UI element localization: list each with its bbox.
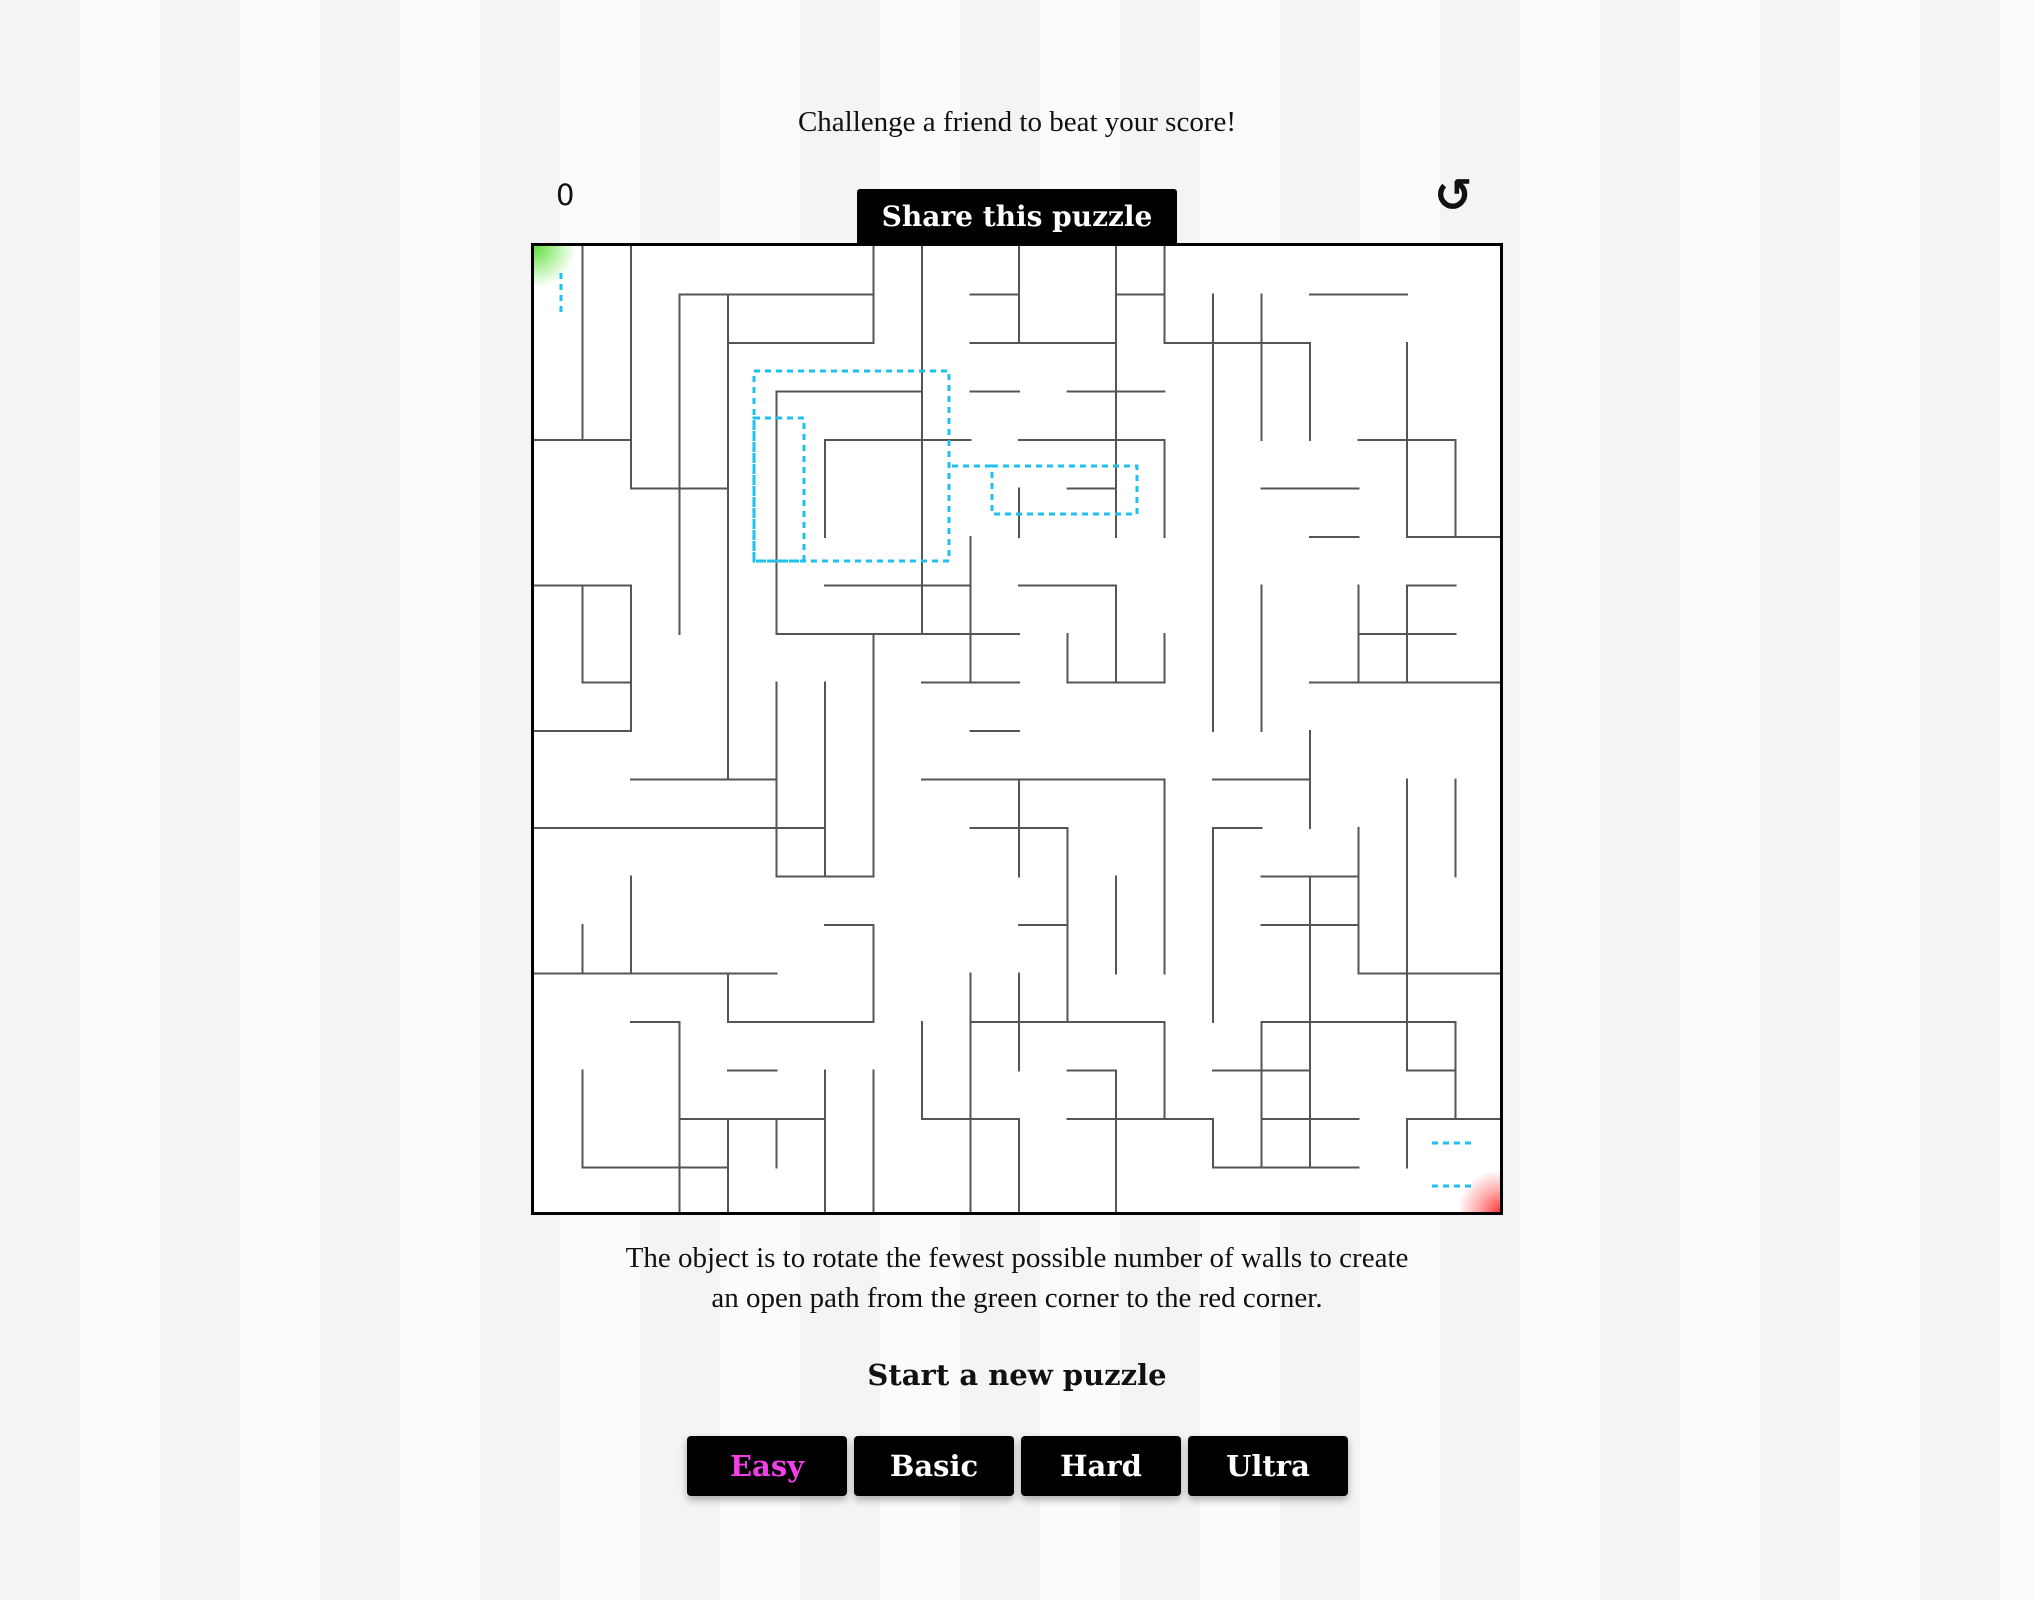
hard-button[interactable]: Hard xyxy=(1021,1436,1181,1496)
instructions: The object is to rotate the fewest possi… xyxy=(0,1238,2034,1318)
ultra-button[interactable]: Ultra xyxy=(1188,1436,1348,1496)
challenge-text: Challenge a friend to beat your score! xyxy=(797,106,1237,138)
instructions-line-2: an open path from the green corner to th… xyxy=(711,1282,1323,1314)
new-puzzle-heading: Start a new puzzle xyxy=(867,1358,1167,1392)
difficulty-buttons: Easy Basic Hard Ultra xyxy=(687,1436,1348,1496)
score-counter: 0 xyxy=(556,178,575,212)
reset-icon[interactable]: ↺ xyxy=(1434,172,1473,218)
instructions-line-1: The object is to rotate the fewest possi… xyxy=(625,1242,1409,1274)
highlighted-wall xyxy=(752,416,806,563)
easy-button[interactable]: Easy xyxy=(687,1436,847,1496)
maze-walls[interactable] xyxy=(534,246,1500,1212)
highlighted-wall xyxy=(752,369,951,563)
basic-button[interactable]: Basic xyxy=(854,1436,1014,1496)
maze-board[interactable] xyxy=(531,243,1503,1215)
share-puzzle-button[interactable]: Share this puzzle xyxy=(857,189,1177,244)
